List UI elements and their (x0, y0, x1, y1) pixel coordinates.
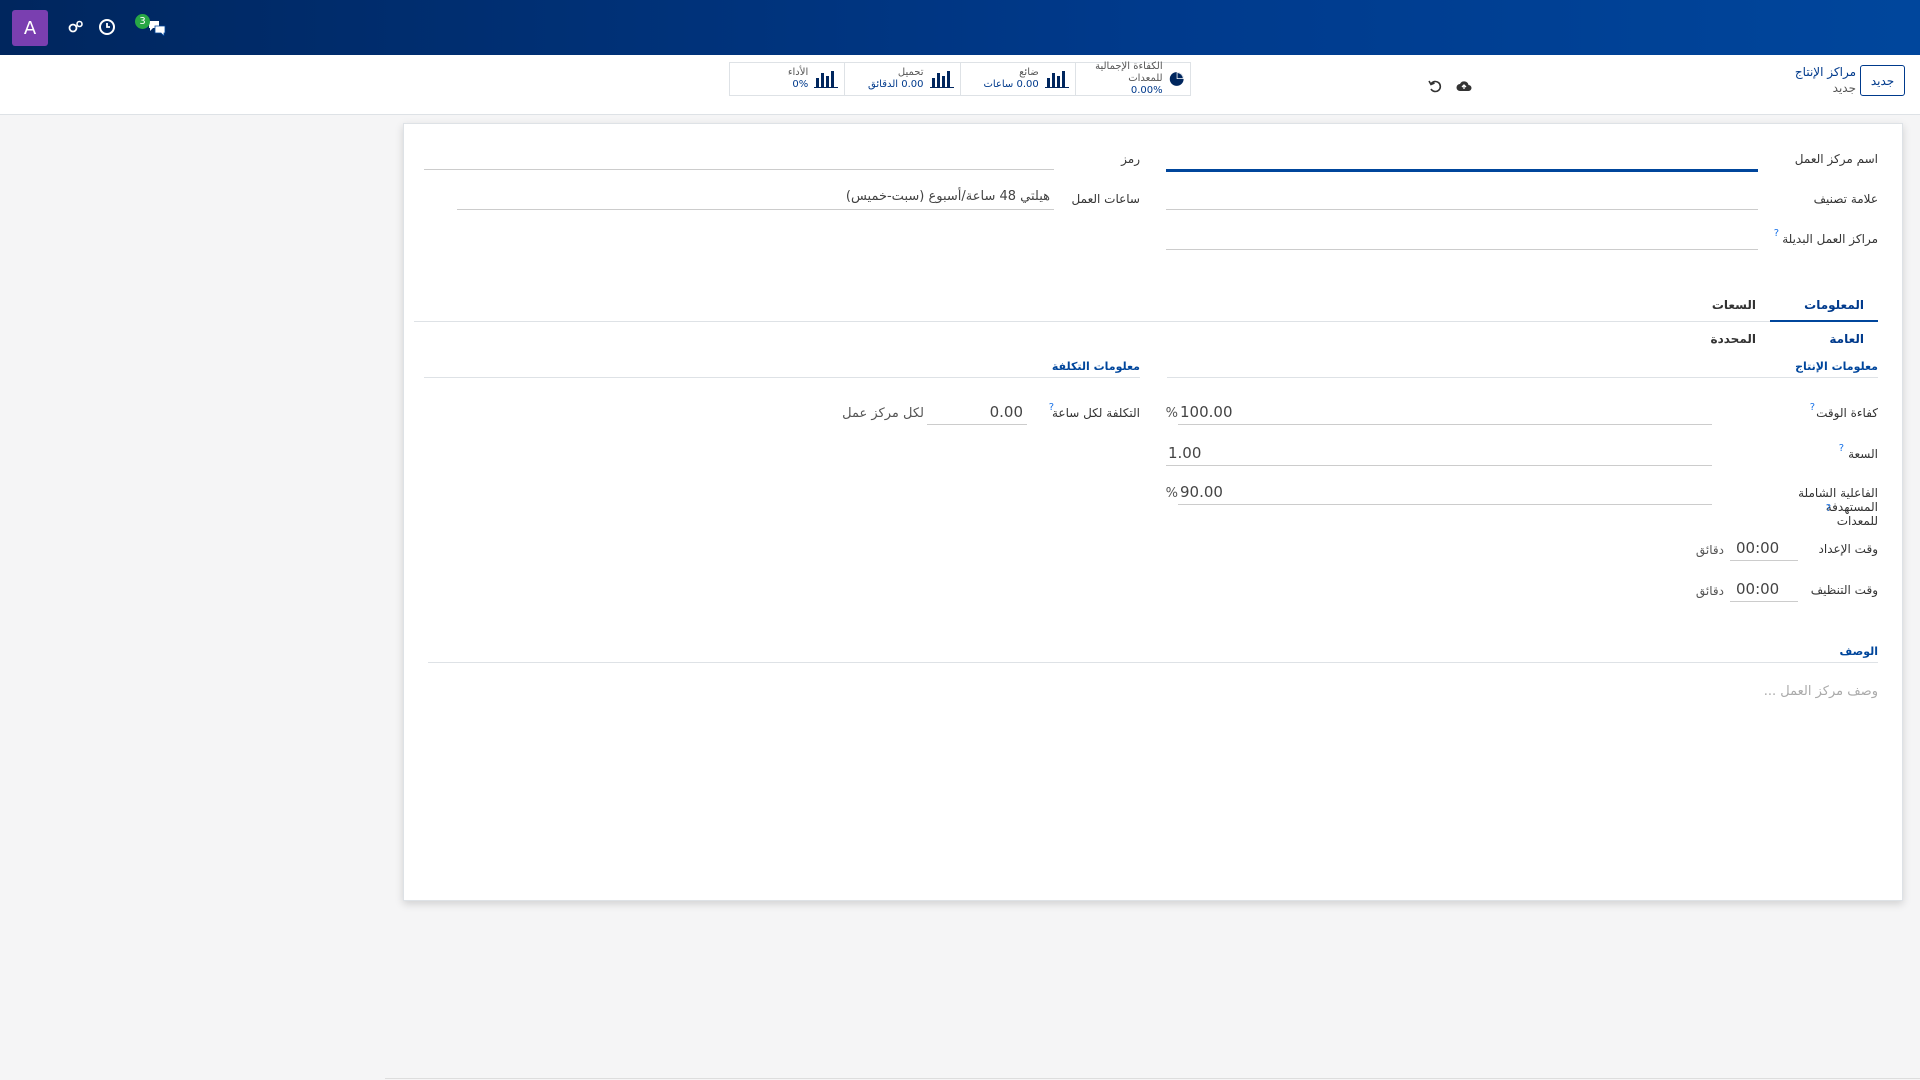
stat-label: ضائع (1019, 67, 1039, 78)
form-sheet: اسم مركز العمل علامة تصنيف مراكز العمل ا… (403, 123, 1903, 901)
section-divider (424, 377, 1140, 378)
workcenter-name-label: اسم مركز العمل (1794, 152, 1878, 166)
setup-time-input[interactable]: 00:00 (1730, 537, 1798, 561)
stat-value: 0.00 ساعات (983, 79, 1039, 90)
stat-lost[interactable]: ضائع 0.00 ساعات (959, 63, 1075, 95)
stat-label: الكفاءة الإجمالية للمعدات (1095, 61, 1163, 84)
percent-unit: % (1165, 406, 1178, 421)
description-title: الوصف (1839, 645, 1878, 658)
stat-performance[interactable]: الأداء 0% (730, 63, 844, 95)
section-divider (428, 662, 1878, 663)
save-cloud-icon[interactable] (1455, 77, 1473, 95)
description-editor[interactable]: وصف مركز العمل ... (1764, 684, 1878, 699)
bottom-divider (385, 1078, 1920, 1079)
setup-time-label: وقت الإعداد (1818, 542, 1878, 556)
oee-target-label: الفاعلية الشاملة المستهدفة للمعدات (1758, 486, 1878, 528)
cost-info-title: معلومات التكلفة (1051, 360, 1140, 373)
chat-badge: 3 (135, 14, 150, 29)
time-efficiency-label: كفاءة الوقت (1816, 406, 1878, 420)
stat-oee[interactable]: الكفاءة الإجمالية للمعدات 0.00% (1074, 61, 1190, 96)
working-hours-label: ساعات العمل (1071, 192, 1140, 206)
cleanup-time-input[interactable]: 00:00 (1730, 578, 1798, 602)
stat-value: 0.00% (1130, 85, 1163, 96)
tab-general-info[interactable]: المعلومات العامة (1770, 288, 1878, 346)
code-label: رمز (1121, 152, 1140, 166)
alternative-workcenters-input[interactable] (1166, 226, 1758, 250)
stat-label: تحميل (897, 67, 924, 78)
cost-per-hour-label: التكلفة لكل ساعة (1051, 406, 1140, 420)
discard-icon[interactable] (1426, 77, 1444, 95)
code-input[interactable] (424, 146, 1054, 170)
time-efficiency-input[interactable]: 100.00 (1178, 401, 1712, 425)
tag-label: علامة تصنيف (1813, 192, 1878, 206)
oee-target-label-line2: للمعدات (1836, 514, 1878, 528)
percent-unit: % (1165, 486, 1178, 501)
help-icon: ? (1048, 402, 1054, 413)
capacity-label: السعة (1848, 447, 1878, 461)
working-hours-select[interactable]: هيلتي 48 ساعة/أسبوع (سبت-خميس) (457, 186, 1054, 210)
bar-chart-icon (1044, 71, 1069, 88)
user-avatar[interactable]: A (12, 10, 48, 46)
stat-value: 0% (792, 79, 809, 90)
tag-input[interactable] (1166, 186, 1758, 210)
control-panel: جديد مراكز الإنتاج جديد الكفاءة الإجمالي… (0, 55, 1920, 115)
alternative-workcenters-label: مراكز العمل البديلة (1782, 232, 1878, 246)
help-icon: ? (1825, 503, 1831, 514)
stat-buttons: الكفاءة الإجمالية للمعدات 0.00% ضائع 0.00 … (729, 61, 1191, 96)
top-navbar: A 3 (0, 0, 1920, 55)
breadcrumb: مراكز الإنتاج جديد (1795, 64, 1856, 96)
minutes-unit: دقائق (1695, 584, 1724, 598)
cleanup-time-label: وقت التنظيف (1810, 583, 1878, 597)
help-icon: ? (1773, 228, 1779, 239)
cost-per-hour-input[interactable]: 0.00 (927, 401, 1027, 425)
pie-chart-icon (1169, 72, 1184, 86)
workcenter-name-input[interactable] (1166, 152, 1758, 172)
breadcrumb-current: جديد (1832, 81, 1856, 95)
stat-label: الأداء (787, 67, 809, 78)
stat-value: 0.00 الدقائق (868, 79, 924, 90)
bar-chart-icon (929, 71, 954, 88)
production-info-title: معلومات الإنتاج (1795, 360, 1878, 373)
bar-chart-icon (814, 71, 839, 88)
capacity-input[interactable]: 1.00 (1166, 442, 1712, 466)
cost-unit: لكل مركز عمل (842, 406, 924, 421)
oee-target-input[interactable]: 90.00 (1178, 481, 1712, 505)
oee-target-label-line1: الفاعلية الشاملة المستهدفة (1798, 486, 1878, 514)
settings-icon[interactable] (65, 16, 87, 38)
section-divider (1167, 377, 1878, 378)
stat-load[interactable]: تحميل 0.00 الدقائق (844, 63, 959, 95)
new-button[interactable]: جديد (1860, 65, 1905, 96)
form-tabs: المعلومات العامة السعات المحددة (414, 288, 1878, 346)
help-icon: ? (1809, 402, 1815, 413)
breadcrumb-parent[interactable]: مراكز الإنتاج (1795, 64, 1856, 80)
tab-specific-capacities[interactable]: السعات المحددة (1660, 288, 1770, 346)
help-icon: ? (1838, 443, 1844, 454)
minutes-unit: دقائق (1695, 543, 1724, 557)
clock-icon[interactable] (96, 16, 118, 38)
